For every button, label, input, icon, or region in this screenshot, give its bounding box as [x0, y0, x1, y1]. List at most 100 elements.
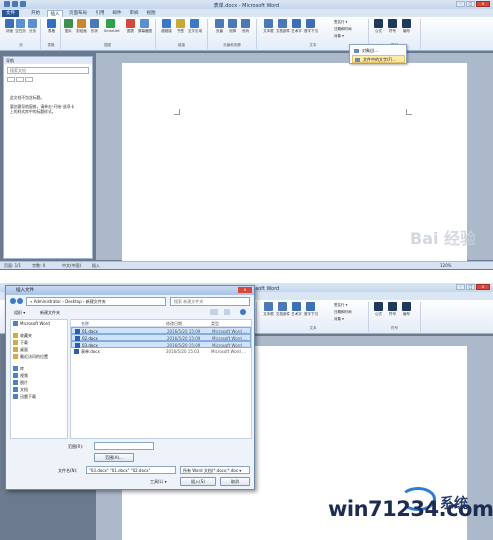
cancel-button[interactable]: 取消 [220, 477, 250, 486]
new-folder-button[interactable]: 新建文件夹 [40, 308, 60, 317]
folder-tree-item[interactable]: Microsoft Word [11, 320, 67, 327]
dialog-search-input[interactable]: 搜索 新建文件夹 [170, 297, 250, 306]
back-icon[interactable] [10, 298, 16, 304]
ribbon-button-3[interactable]: 表格 [45, 19, 58, 34]
ribbon-button-22[interactable]: 编号 [400, 302, 413, 317]
maximize-button[interactable]: □ [466, 1, 475, 7]
file-row[interactable]: 表单.docx 2016/5/20 15:03 Microsoft Word ... [71, 348, 251, 355]
ribbon-button-9[interactable]: 屏幕截图 [138, 19, 152, 34]
ribbon-text-command[interactable]: 日期和时间 [334, 27, 352, 32]
tab-insert[interactable]: 插入 [47, 10, 63, 17]
status-language[interactable]: 中文(中国) [62, 262, 81, 270]
ribbon-text-command[interactable]: 对象 ▾ [334, 317, 344, 322]
ribbon-button-18[interactable]: 艺术字 [290, 19, 303, 34]
folder-tree-item[interactable]: 桌面 [11, 346, 67, 353]
ribbon-button-19[interactable]: 首字下沉 [304, 19, 318, 34]
maximize-button[interactable]: □ [466, 284, 475, 290]
ribbon-button-label: 艺术字 [291, 29, 302, 33]
close-button[interactable]: x [476, 284, 490, 290]
ribbon-button-22[interactable]: 编号 [400, 19, 413, 34]
column-date[interactable]: 修改日期 [166, 320, 182, 327]
ribbon-text-command[interactable]: 日期和时间 [334, 310, 352, 315]
ribbon-button-13[interactable]: 页眉 [213, 19, 226, 34]
path-breadcrumb[interactable]: « Administrator › Desktop › 新建文件夹 [26, 297, 166, 306]
folder-tree-item[interactable]: 收藏夹 [11, 332, 67, 339]
folder-tree-item[interactable]: 图片 [11, 379, 67, 386]
menu-item-object[interactable]: 对象(J)... [352, 47, 405, 55]
ribbon-button-17[interactable]: 文档部件 [276, 302, 290, 317]
organize-button[interactable]: 组织 ▾ [14, 308, 25, 317]
ribbon-button-21[interactable]: 符号 [386, 19, 399, 34]
ribbon-button-20[interactable]: 公式 [372, 19, 385, 34]
ribbon-button-5[interactable]: 剪贴画 [75, 19, 88, 34]
ribbon-button-10[interactable]: 超链接 [160, 19, 173, 34]
minimize-button[interactable]: – [456, 284, 465, 290]
ribbon-button-14[interactable]: 页脚 [226, 19, 239, 34]
ribbon-button-4[interactable]: 图片 [62, 19, 75, 34]
folder-tree-item[interactable]: 库 [11, 365, 67, 372]
close-button[interactable]: x [476, 1, 490, 7]
filetype-select[interactable]: 所有 Word 文档(*.docx;*.doc ▾ [180, 466, 250, 474]
folder-tree-label: 迅雷下载 [20, 394, 36, 399]
ribbon-button-6[interactable]: 形状 [88, 19, 101, 34]
ribbon-button-21[interactable]: 符号 [386, 302, 399, 317]
dialog-close-button[interactable]: x [238, 287, 252, 293]
headings-tab[interactable] [7, 77, 15, 82]
ribbon-button-2[interactable]: 分页 [26, 19, 39, 34]
ribbon-group-label: 链接 [178, 43, 185, 47]
file-row[interactable]: 02.docx 2016/5/20 15:09 Microsoft Word ... [71, 334, 251, 341]
range-field[interactable] [94, 442, 154, 450]
tab-mailings[interactable]: 邮件 [110, 10, 124, 17]
folder-icon [13, 333, 18, 338]
tab-home[interactable]: 开始 [27, 10, 44, 17]
status-words[interactable]: 字数: 0 [32, 262, 45, 270]
ribbon-button-15[interactable]: 页码 [239, 19, 252, 34]
ribbon-text-command[interactable]: 签名行 ▾ [334, 20, 347, 25]
file-row[interactable]: 03.docx 2016/5/20 15:09 Microsoft Word ... [71, 341, 251, 348]
tab-layout[interactable]: 页面布局 [66, 10, 90, 17]
ribbon-button-label: 公式 [375, 29, 382, 33]
ribbon-text-command[interactable]: 对象 ▾ [334, 34, 344, 39]
ribbon-button-7[interactable]: SmartArt [104, 19, 120, 33]
pages-tab[interactable] [16, 77, 24, 82]
dialog-form: 范围(R): 范围(A)... 文件名(N): "03.docx" "01.do… [10, 441, 252, 487]
tab-review[interactable]: 审阅 [127, 10, 141, 17]
ribbon-button-18[interactable]: 艺术字 [290, 302, 303, 317]
ribbon-button-8[interactable]: 图表 [124, 19, 137, 34]
results-tab[interactable] [25, 77, 33, 82]
status-mode[interactable]: 插入 [92, 262, 100, 270]
tab-view[interactable]: 视图 [144, 10, 158, 17]
ribbon-button-20[interactable]: 公式 [372, 302, 385, 317]
preview-icon[interactable] [224, 309, 230, 315]
minimize-button[interactable]: – [456, 1, 465, 7]
folder-tree-item[interactable]: 视频 [11, 372, 67, 379]
folder-tree-item[interactable]: 最近访问的位置 [11, 353, 67, 360]
folder-tree-item[interactable]: 下载 [11, 339, 67, 346]
column-type[interactable]: 类型 [211, 320, 219, 327]
column-name[interactable]: 名称 [81, 320, 89, 327]
ribbon-button-16[interactable]: 文本框 [262, 302, 275, 317]
folder-tree-item[interactable]: 文档 [11, 386, 67, 393]
tools-menu[interactable]: 工具(L) ▾ [150, 479, 167, 485]
folder-tree-item[interactable]: 迅雷下载 [11, 393, 67, 400]
ribbon-text-command[interactable]: 签名行 ▾ [334, 303, 347, 308]
zoom-level[interactable]: 120% [440, 262, 451, 270]
range-button[interactable]: 范围(A)... [94, 453, 134, 462]
ribbon-button-16[interactable]: 文本框 [262, 19, 275, 34]
view-icon[interactable] [210, 309, 218, 315]
file-row[interactable]: 01.docx 2016/5/20 15:09 Microsoft Word ... [71, 327, 251, 334]
forward-icon[interactable] [17, 298, 23, 304]
insert-button[interactable]: 插入(S) [180, 477, 216, 486]
ribbon-button-11[interactable]: 书签 [174, 19, 187, 34]
ribbon-button-12[interactable]: 交叉引用 [188, 19, 202, 34]
menu-item-text-from-file[interactable]: 文件中的文字(F)... [352, 55, 405, 63]
nav-search-input[interactable]: 搜索文档 [7, 67, 89, 74]
tab-references[interactable]: 引用 [93, 10, 107, 17]
help-icon[interactable] [240, 309, 246, 315]
ribbon-button-17[interactable]: 文档部件 [276, 19, 290, 34]
ribbon-button-19[interactable]: 首字下沉 [304, 302, 318, 317]
filename-input[interactable]: "03.docx" "01.docx" "02.docx" [86, 466, 176, 474]
ribbon-button-label: SmartArt [104, 29, 120, 33]
status-page[interactable]: 页面: 1/1 [4, 262, 21, 270]
tab-file[interactable]: 文件 [2, 10, 19, 17]
